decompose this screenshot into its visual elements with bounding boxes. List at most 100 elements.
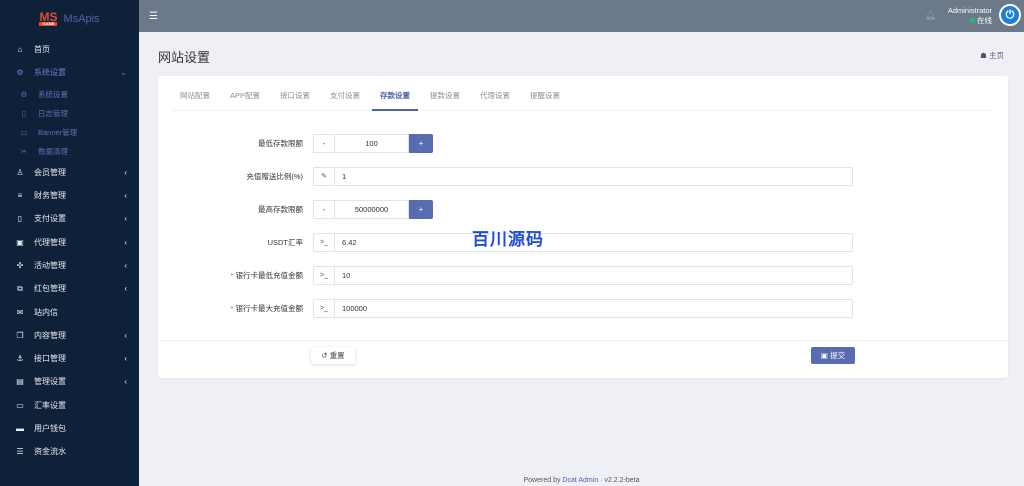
- top-header: ☰ 🔔︎ Administrator 在线 ⏻: [139, 0, 1024, 32]
- sidebar-item[interactable]: ⌂ 首页: [0, 38, 139, 61]
- chevron-icon: ‹: [124, 354, 127, 364]
- avatar[interactable]: ⏻: [999, 4, 1021, 26]
- bell-icon[interactable]: 🔔︎: [925, 10, 936, 21]
- decrement-button[interactable]: -: [313, 200, 335, 219]
- sidebar-item[interactable]: ✉ 站内信: [0, 300, 139, 323]
- user-info[interactable]: Administrator 在线: [948, 6, 992, 26]
- usdt-rate-field[interactable]: >_ 6.42: [313, 233, 853, 252]
- user-status: 在线: [977, 16, 992, 25]
- min-deposit-label: 最低存款限额: [258, 139, 303, 148]
- bank-min-field[interactable]: >_ 10: [313, 266, 853, 285]
- sidebar-subitem[interactable]: ⚙ 系统设置: [0, 85, 139, 104]
- bonus-ratio-row: 充值赠送比例(%) ✎ 1: [158, 167, 1008, 186]
- bank-max-field[interactable]: >_ 100000: [313, 299, 853, 318]
- chevron-icon: ‹: [124, 260, 127, 270]
- sidebar-subitem-label: 数据清理: [38, 146, 68, 156]
- submit-button[interactable]: ▣ 提交: [811, 347, 855, 364]
- max-deposit-row: 最高存款限额 - 50000000 +: [158, 200, 1008, 219]
- brand-name: MsApis: [63, 13, 100, 25]
- sidebar-subitem[interactable]: ▯ 日志管理: [0, 104, 139, 123]
- sidebar-item-label: 代理管理: [34, 237, 66, 247]
- money-icon: ▭: [16, 400, 24, 410]
- bonus-ratio-input[interactable]: 1: [335, 168, 346, 185]
- tab[interactable]: 提醒设置: [522, 90, 568, 111]
- sidebar-item[interactable]: ⧉ 红包管理 ‹: [0, 277, 139, 300]
- bookmark-icon: ▯: [17, 214, 23, 224]
- tab[interactable]: 存款设置: [372, 90, 419, 111]
- sidebar-item[interactable]: ▬ 用户钱包: [0, 417, 139, 440]
- chevron-icon: ‹: [124, 377, 127, 387]
- sidebar-item[interactable]: ▭ 汇率设置: [0, 394, 139, 417]
- sidebar-subitem-label: Banner管理: [38, 127, 78, 137]
- puzzle-icon: ✣: [16, 260, 24, 270]
- sidebar-subitem[interactable]: ✂ 数据清理: [0, 142, 139, 161]
- copy-icon: ❐: [16, 330, 24, 340]
- max-deposit-label: 最高存款限额: [258, 205, 303, 214]
- sidebar-item[interactable]: ❐ 内容管理 ‹: [0, 324, 139, 347]
- sidebar-item[interactable]: ▯ 支付设置 ‹: [0, 207, 139, 230]
- tab[interactable]: 接口设置: [272, 90, 318, 111]
- cogs-icon: ⚙: [16, 68, 24, 78]
- decrement-button[interactable]: -: [313, 134, 335, 153]
- chevron-icon: ‹: [124, 191, 127, 201]
- min-deposit-stepper: - 100 +: [313, 134, 433, 153]
- sidebar-item[interactable]: ♙ 会员管理 ‹: [0, 161, 139, 184]
- min-deposit-row: 最低存款限额 - 100 +: [158, 134, 1008, 153]
- bank-min-label: * 银行卡最低充值金额: [230, 271, 303, 280]
- version: v2.2.2-beta: [604, 477, 640, 484]
- list-icon: ☰: [16, 447, 24, 457]
- tab[interactable]: 支付设置: [322, 90, 368, 111]
- id-card-icon: ▤: [16, 377, 24, 387]
- chevron-icon: ‹: [124, 214, 127, 224]
- sidebar-item-label: 财务管理: [34, 191, 66, 201]
- chevron-icon: ‹: [124, 284, 127, 294]
- tab[interactable]: APP配置: [222, 90, 268, 111]
- bank-max-row: * 银行卡最大充值金额 >_ 100000: [158, 299, 1008, 318]
- usdt-rate-row: USDT汇率 >_ 6.42: [158, 233, 1008, 252]
- sidebar-item-label: 活动管理: [34, 260, 66, 270]
- sidebar-item-label: 用户钱包: [34, 424, 66, 433]
- increment-button[interactable]: +: [409, 134, 433, 153]
- undo-icon: ↺: [321, 351, 328, 360]
- sidebar-item[interactable]: ⚓ 接口管理 ‹: [0, 347, 139, 370]
- clone-icon: ⧉: [17, 283, 23, 293]
- bank-max-input[interactable]: 100000: [335, 300, 367, 317]
- database-icon: ≡: [17, 191, 23, 201]
- logo[interactable]: MS GAME MsApis: [0, 0, 139, 38]
- page-title: 网站设置: [158, 50, 211, 65]
- reset-button[interactable]: ↺ 重置: [311, 347, 355, 364]
- tab[interactable]: 网站配置: [172, 90, 218, 111]
- sidebar-item-label: 站内信: [34, 307, 58, 317]
- chevron-icon: ‹: [124, 237, 127, 247]
- usdt-rate-input[interactable]: 6.42: [335, 234, 357, 251]
- max-deposit-stepper: - 50000000 +: [313, 200, 433, 219]
- dashboard-icon: ☗: [980, 51, 987, 60]
- bank-min-input[interactable]: 10: [335, 267, 350, 284]
- dcat-admin-link[interactable]: Dcat Admin: [562, 477, 598, 484]
- sidebar-item-label: 汇率设置: [34, 400, 66, 410]
- sidebar-item-label: 接口管理: [34, 354, 66, 364]
- bonus-ratio-field[interactable]: ✎ 1: [313, 167, 853, 186]
- home-breadcrumb[interactable]: ☗ 主页: [980, 50, 1004, 61]
- tab[interactable]: 提款设置: [422, 90, 468, 111]
- anchor-icon: ⚓: [16, 354, 24, 364]
- sidebar-item[interactable]: ▤ 管理设置 ‹: [0, 370, 139, 393]
- footer: Powered by Dcat Admin · v2.2.2-beta: [523, 477, 640, 484]
- menu-toggle-icon[interactable]: ☰: [149, 11, 158, 22]
- portrait-icon: ▣: [16, 237, 24, 247]
- sidebar-subitem[interactable]: ▭ Banner管理: [0, 123, 139, 142]
- min-deposit-input[interactable]: 100: [335, 134, 409, 153]
- tab[interactable]: 代理设置: [472, 90, 518, 111]
- usdt-rate-label: USDT汇率: [267, 238, 303, 247]
- chevron-icon: ‹: [124, 167, 127, 177]
- max-deposit-input[interactable]: 50000000: [335, 200, 409, 219]
- sidebar-item[interactable]: ▣ 代理管理 ‹: [0, 230, 139, 253]
- sidebar-item[interactable]: ✣ 活动管理 ‹: [0, 254, 139, 277]
- sidebar-item[interactable]: ≡ 财务管理 ‹: [0, 184, 139, 207]
- sidebar-subitem-label: 日志管理: [38, 108, 68, 118]
- sidebar-item[interactable]: ⚙ 系统设置 ⌄: [0, 61, 139, 84]
- sidebar-item[interactable]: ☰ 资金流水: [0, 440, 139, 463]
- sidebar-subitem-label: 系统设置: [38, 89, 68, 99]
- increment-button[interactable]: +: [409, 200, 433, 219]
- sidebar-item-label: 红包管理: [34, 284, 66, 294]
